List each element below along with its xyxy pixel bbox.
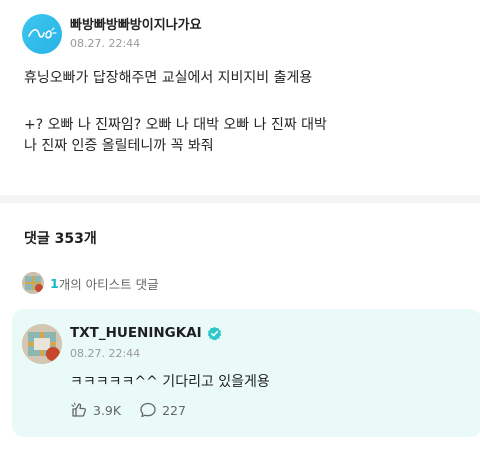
like-button[interactable]: 3.9K: [70, 401, 121, 419]
post-text-line: 나 진짜 인증 올릴테니까 꼭 봐줘: [24, 138, 214, 154]
post-author[interactable]: 빠방빠방빠방이지나가요: [70, 17, 202, 34]
artist-comment-label: 개의 아티스트 댓글: [58, 276, 159, 292]
artist-name-row: TXT_HUENINGKAI: [70, 325, 222, 341]
like-count: 3.9K: [93, 402, 122, 418]
section-divider: [0, 195, 480, 203]
post-body: 휴닝오빠가 답장해주면 교실에서 지비지비 출게용 +? 오빠 나 진짜임? 오…: [24, 68, 464, 157]
verified-badge-icon: [207, 326, 222, 340]
artist-comment-timestamp: 08.27. 22:44: [70, 347, 141, 360]
comment-count: 댓글 353개: [24, 231, 97, 247]
artist-mini-avatar: [22, 272, 44, 294]
reply-count: 227: [162, 402, 186, 418]
artist-comment-card: TXT_HUENINGKAI 08.27. 22:44 ㅋㅋㅋㅋㅋ^^ 기다리고…: [12, 309, 480, 437]
post-text-line: 휴닝오빠가 답장해주면 교실에서 지비지비 출게용: [24, 70, 313, 86]
reply-bubble-icon: [140, 402, 156, 418]
like-icon: [71, 402, 87, 417]
comment-actions: 3.9K 227: [70, 401, 204, 419]
post-text-line: +? 오빠 나 진짜임? 오빠 나 대박 오빠 나 진짜 대박: [24, 117, 327, 133]
artist-comment-filter[interactable]: 1 개의 아티스트 댓글: [22, 272, 159, 294]
post-timestamp: 08.27. 22:44: [70, 37, 141, 50]
artist-name[interactable]: TXT_HUENINGKAI: [70, 325, 202, 341]
artist-comment-count: 1: [50, 275, 59, 291]
reply-button[interactable]: 227: [139, 401, 186, 419]
author-avatar[interactable]: [22, 14, 62, 54]
artist-comment-text: ㅋㅋㅋㅋㅋ^^ 기다리고 있을게용: [70, 374, 270, 390]
doodle-icon: [28, 27, 57, 39]
post-header: 빠방빠방빠방이지나가요 08.27. 22:44: [22, 14, 202, 54]
artist-avatar[interactable]: [22, 324, 62, 364]
